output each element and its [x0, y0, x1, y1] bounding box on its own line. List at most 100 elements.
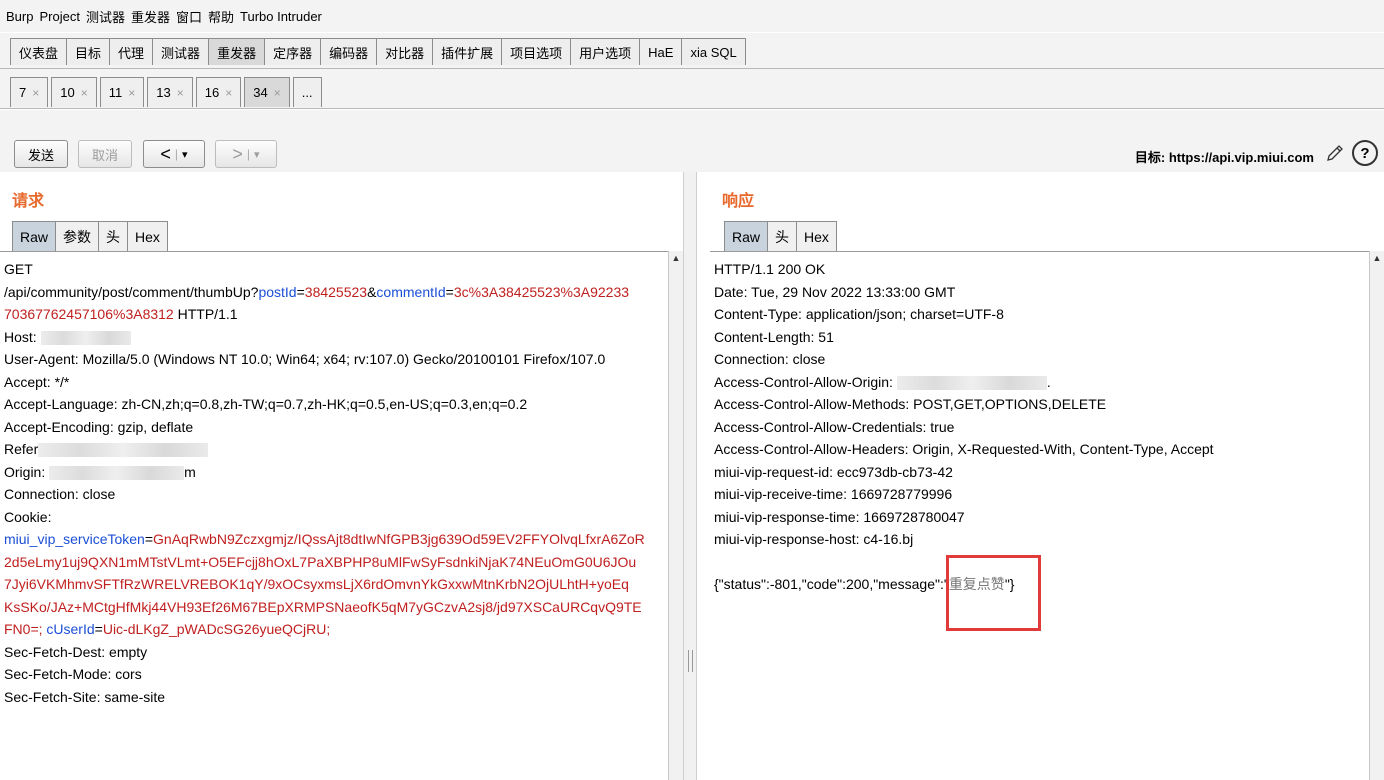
request-title: 请求: [12, 193, 45, 210]
help-icon[interactable]: ?: [1352, 140, 1378, 166]
tab-target[interactable]: 目标: [66, 38, 111, 65]
close-icon[interactable]: ×: [128, 86, 135, 100]
repeater-tab-label: 13: [156, 85, 171, 100]
repeater-tab-11[interactable]: 11 ×: [99, 77, 145, 107]
close-icon[interactable]: ×: [225, 86, 232, 100]
response-editor[interactable]: HTTP/1.1 200 OK Date: Tue, 29 Nov 2022 1…: [710, 251, 1369, 780]
chevron-left-icon: <: [160, 143, 171, 164]
request-tab-raw[interactable]: Raw: [12, 221, 57, 251]
cookie-value: FN0=;: [4, 621, 47, 637]
tab-sequencer[interactable]: 定序器: [264, 38, 322, 65]
request-editor[interactable]: GET /api/community/post/comment/thumbUp?…: [0, 251, 668, 780]
request-line: Sec-Fetch-Mode: cors: [4, 666, 142, 682]
request-tab-params[interactable]: 参数: [55, 221, 100, 251]
menu-repeater[interactable]: 重发器: [131, 7, 170, 26]
scroll-up-icon[interactable]: ▲: [1370, 251, 1384, 265]
repeater-tab-13[interactable]: 13 ×: [147, 77, 193, 107]
response-line: Access-Control-Allow-Credentials: true: [714, 418, 955, 435]
request-line: User-Agent: Mozilla/5.0 (Windows NT 10.0…: [4, 351, 606, 367]
request-line: KsSKo/JAz+MCtgHfMkj44VH93Ef26M67BEpXRMPS…: [4, 598, 642, 615]
response-scrollbar[interactable]: ▲: [1369, 251, 1384, 780]
tab-comparer[interactable]: 对比器: [376, 38, 434, 65]
tab-user-options[interactable]: 用户选项: [570, 38, 641, 65]
redacted-blur: [49, 465, 185, 480]
chevron-down-icon: ▾: [182, 148, 188, 161]
scroll-up-icon[interactable]: ▲: [669, 251, 683, 265]
param-value: 70367762457106%3A8312: [4, 306, 174, 322]
menu-burp[interactable]: Burp: [6, 9, 33, 24]
repeater-tab-34[interactable]: 34 ×: [244, 77, 290, 107]
tab-decoder[interactable]: 编码器: [320, 38, 378, 65]
request-tab-hex[interactable]: Hex: [127, 221, 168, 251]
menu-intruder[interactable]: 测试器: [86, 7, 125, 26]
response-title: 响应: [722, 193, 755, 210]
param-name: commentId: [376, 283, 446, 300]
request-line: GET: [0, 258, 668, 281]
repeater-tab-label: 10: [60, 85, 75, 100]
tab-proxy[interactable]: 代理: [109, 38, 154, 65]
close-icon[interactable]: ×: [81, 86, 88, 100]
request-line: Cookie:: [4, 508, 52, 525]
response-line: Date: Tue, 29 Nov 2022 13:33:00 GMT: [714, 283, 956, 300]
response-tab-headers[interactable]: 头: [767, 221, 798, 251]
tab-repeater[interactable]: 重发器: [208, 38, 266, 65]
pencil-icon[interactable]: [1324, 142, 1346, 164]
request-line: FN0=; cUserId=Uic-dLKgZ_pWADcSG26yueQCjR…: [0, 618, 668, 641]
header-origin: Origin:: [4, 463, 50, 480]
response-line: HTTP/1.1 200 OK: [714, 261, 826, 277]
menu-project[interactable]: Project: [39, 9, 79, 24]
tab-extender[interactable]: 插件扩展: [432, 38, 503, 65]
response-line: Access-Control-Allow-Methods: POST,GET,O…: [714, 396, 1107, 412]
menu-help[interactable]: 帮助: [208, 7, 234, 26]
cancel-button[interactable]: 取消: [78, 140, 132, 168]
request-line: Sec-Fetch-Site: same-site: [4, 688, 166, 705]
close-icon[interactable]: ×: [32, 86, 39, 100]
repeater-tab-16[interactable]: 16 ×: [195, 77, 242, 107]
request-tab-headers[interactable]: 头: [98, 221, 129, 251]
request-line: Accept-Language: zh-CN,zh;q=0.8,zh-TW;q=…: [4, 396, 528, 412]
menu-bar: Burp Project 测试器 重发器 窗口 帮助 Turbo Intrude…: [0, 0, 1384, 32]
header-host: Host:: [4, 328, 41, 345]
target-label: 目标: https://api.vip.miui.com: [1134, 150, 1314, 165]
param-value: 38425523: [304, 283, 368, 300]
chevron-right-icon: >: [232, 143, 243, 164]
tab-xia-sql[interactable]: xia SQL: [681, 38, 746, 65]
repeater-tab-7[interactable]: 7 ×: [10, 77, 49, 107]
request-view-tabs: Raw 参数 头 Hex: [12, 221, 168, 251]
repeater-tab-bar: 7 × 10 × 11 × 13 × 16 × 34 × ...: [0, 69, 1384, 109]
repeater-tab-more[interactable]: ...: [292, 77, 322, 107]
repeater-tab-label: 16: [204, 85, 220, 100]
close-icon[interactable]: ×: [274, 86, 281, 100]
cookie-name: miui_vip_serviceToken: [4, 531, 145, 547]
tab-intruder[interactable]: 测试器: [152, 38, 210, 65]
history-back-button[interactable]: < | ▾: [143, 140, 205, 168]
response-tab-hex[interactable]: Hex: [796, 221, 837, 251]
split-pane-divider[interactable]: [683, 172, 697, 780]
drag-handle-icon[interactable]: [688, 650, 693, 672]
menu-window[interactable]: 窗口: [176, 7, 202, 26]
response-line: Content-Length: 51: [714, 328, 834, 345]
divider: |: [174, 147, 179, 161]
cookie-value: GnAqRwbN9Zczxgmjz/IQssAjt8dtIwNfGPB3jg63…: [153, 531, 645, 547]
request-line: 2d5eLmy1uj9QXN1mMTstVLmt+O5EFcjj8hOxL7Pa…: [4, 553, 637, 570]
equals-sign: =: [144, 531, 154, 547]
history-forward-button[interactable]: > | ▾: [215, 140, 277, 168]
menu-turbo-intruder[interactable]: Turbo Intruder: [240, 9, 322, 24]
main-tab-bar: 仪表盘 目标 代理 测试器 重发器 定序器 编码器 对比器 插件扩展 项目选项 …: [0, 33, 1384, 69]
send-button[interactable]: 发送: [14, 140, 68, 168]
request-line: Origin: m: [0, 461, 668, 484]
redacted-blur: [40, 330, 131, 345]
response-line: miui-vip-response-time: 1669728780047: [714, 508, 965, 525]
repeater-tab-10[interactable]: 10 ×: [51, 77, 97, 107]
response-line: Access-Control-Allow-Origin: .: [710, 371, 1369, 394]
request-scrollbar[interactable]: ▲: [668, 251, 683, 780]
tab-dashboard[interactable]: 仪表盘: [10, 38, 68, 65]
response-tab-raw[interactable]: Raw: [724, 221, 769, 251]
response-view-tabs: Raw 头 Hex: [724, 221, 837, 251]
header-acao: Access-Control-Allow-Origin:: [714, 373, 897, 390]
tab-hae[interactable]: HaE: [639, 38, 683, 65]
close-icon[interactable]: ×: [177, 86, 184, 100]
equals-sign: =: [296, 283, 305, 300]
tab-project-options[interactable]: 项目选项: [501, 38, 572, 65]
request-line: Refer: [0, 438, 668, 461]
